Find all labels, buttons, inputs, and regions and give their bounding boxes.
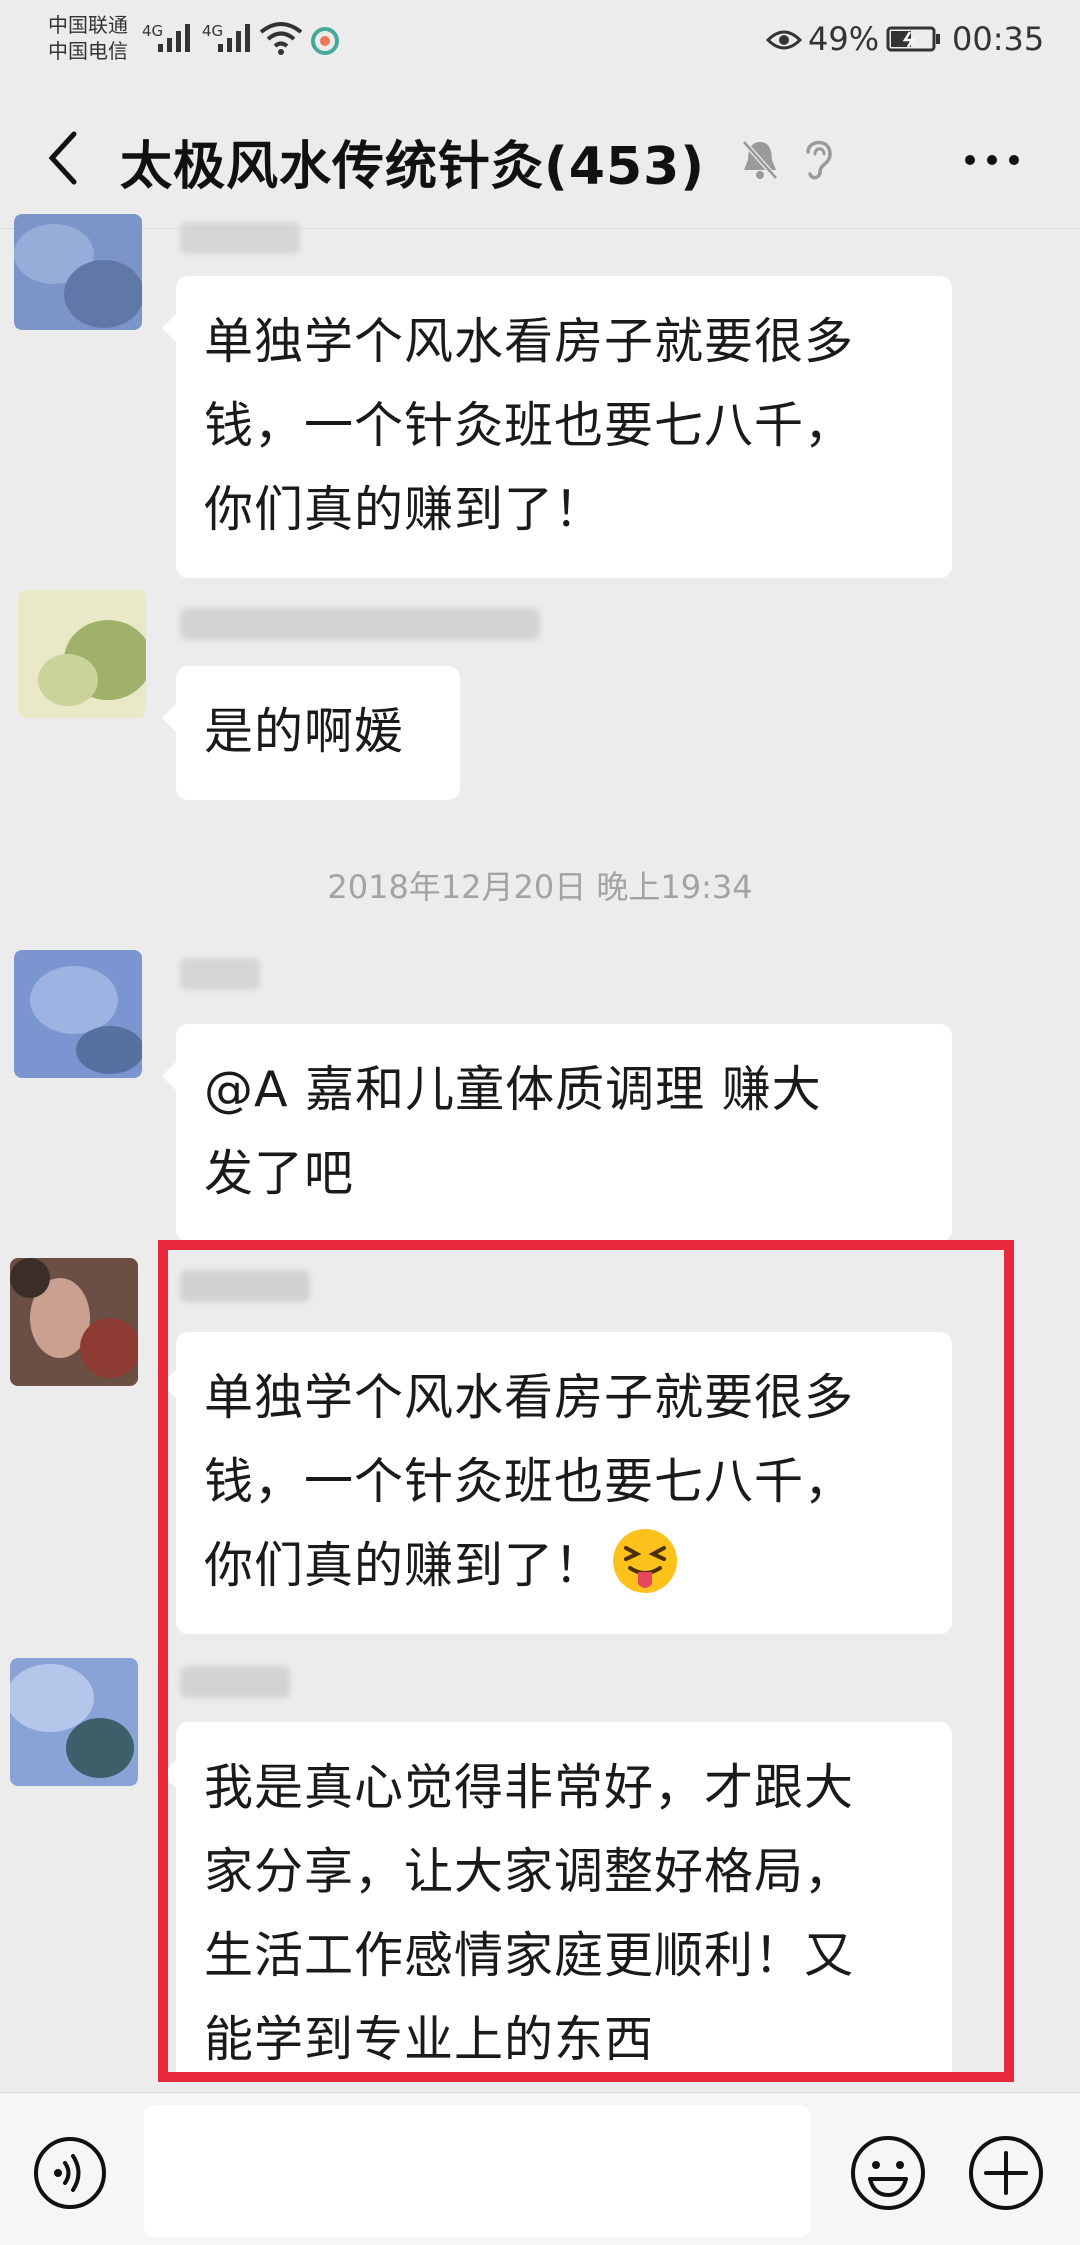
input-bar bbox=[0, 2092, 1080, 2245]
avatar[interactable] bbox=[14, 950, 142, 1078]
voice-icon[interactable] bbox=[32, 2135, 108, 2211]
message-bubble[interactable]: @A 嘉和儿童体质调理 赚大 发了吧 bbox=[162, 1024, 952, 1242]
ear-icon bbox=[806, 140, 832, 180]
avatar[interactable] bbox=[10, 1658, 138, 1786]
timestamp: 2018年12月20日 晚上19:34 bbox=[327, 868, 753, 906]
sender-name bbox=[180, 222, 300, 254]
avatar[interactable] bbox=[10, 1258, 138, 1386]
more-icon[interactable] bbox=[960, 150, 1024, 170]
battery-icon bbox=[886, 26, 940, 52]
avatar-image bbox=[18, 590, 146, 718]
app-notification-icon bbox=[311, 27, 339, 55]
message-bubble[interactable]: 单独学个风水看房子就要很多 钱，一个针灸班也要七八千， 你们真的赚到了！ bbox=[162, 276, 952, 578]
signal-1-icon bbox=[158, 24, 190, 52]
carrier-2: 中国电信 bbox=[48, 39, 128, 63]
avatar-image bbox=[10, 1658, 138, 1786]
message-line: 钱，一个针灸班也要七八千， bbox=[204, 397, 855, 454]
eye-comfort-icon bbox=[766, 30, 802, 50]
battery-percent: 49% bbox=[808, 20, 880, 58]
wifi-icon bbox=[259, 22, 303, 55]
carrier-info: 中国联通 中国电信 bbox=[48, 12, 128, 64]
message-line: 你们真的赚到了！ bbox=[204, 481, 605, 538]
message-bubble[interactable]: 是的啊媛 bbox=[162, 666, 460, 800]
mute-bell-icon bbox=[742, 140, 778, 180]
avatar-image bbox=[10, 1258, 138, 1386]
plus-icon[interactable] bbox=[966, 2133, 1046, 2213]
sender-name bbox=[180, 958, 260, 990]
status-bar: 中国联通 中国电信 4G 4G 49% 00:35 bbox=[0, 0, 1080, 80]
chat-header: 太极风水传统针灸(453) bbox=[0, 80, 1080, 229]
message-line: 是的啊媛 bbox=[204, 703, 405, 760]
status-time: 00:35 bbox=[952, 20, 1045, 58]
avatar-image bbox=[14, 214, 142, 330]
sender-name bbox=[180, 608, 540, 640]
avatar[interactable] bbox=[18, 590, 146, 718]
back-arrow-icon[interactable] bbox=[36, 120, 92, 196]
message-line: 单独学个风水看房子就要很多 bbox=[204, 313, 855, 370]
message-line: 发了吧 bbox=[204, 1145, 355, 1202]
signal-2-icon bbox=[218, 24, 250, 52]
chat-title: 太极风水传统针灸(453) bbox=[120, 137, 706, 197]
carrier-1: 中国联通 bbox=[48, 13, 128, 37]
message-line: @A 嘉和儿童体质调理 赚大 bbox=[204, 1061, 822, 1118]
message-input[interactable] bbox=[144, 2105, 810, 2237]
emoji-icon[interactable] bbox=[848, 2133, 928, 2213]
highlight-box bbox=[158, 1240, 1014, 2082]
avatar-image bbox=[14, 950, 142, 1078]
avatar[interactable] bbox=[14, 214, 142, 330]
